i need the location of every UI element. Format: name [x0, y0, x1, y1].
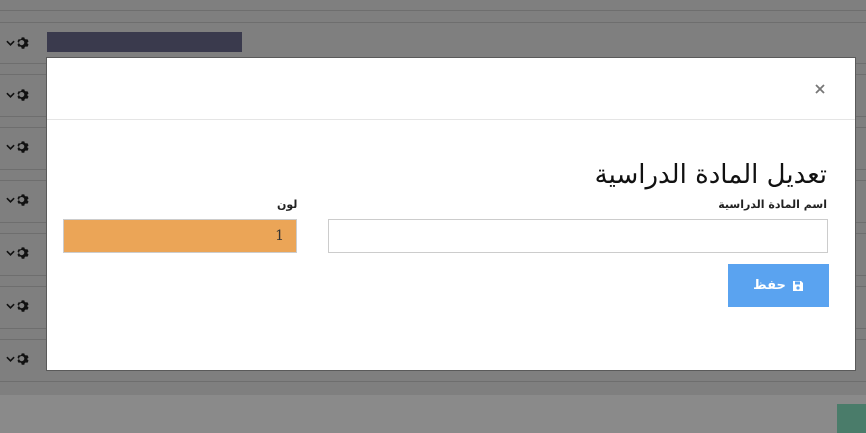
- chevron-down-icon: [6, 356, 15, 362]
- gear-icon: [17, 37, 29, 49]
- gear-icon: [17, 247, 29, 259]
- subject-name-label: اسم المادة الدراسية: [718, 198, 827, 211]
- gear-icon: [17, 353, 29, 365]
- subject-name-input[interactable]: [328, 219, 828, 253]
- row-actions-menu[interactable]: [6, 299, 34, 313]
- chevron-down-icon: [6, 250, 15, 256]
- chevron-down-icon: [6, 40, 15, 46]
- gear-icon: [17, 89, 29, 101]
- close-icon: [815, 84, 825, 94]
- chevron-down-icon: [6, 197, 15, 203]
- page-footer: [0, 395, 866, 433]
- row-actions-menu[interactable]: [6, 352, 34, 366]
- modal-header: [47, 58, 855, 120]
- table-row-divider: [0, 10, 866, 11]
- chevron-down-icon: [6, 92, 15, 98]
- table-row-divider: [0, 22, 866, 23]
- chevron-down-icon: [6, 144, 15, 150]
- modal-title: تعديل المادة الدراسية: [594, 159, 827, 190]
- save-button-label: حفظ: [753, 278, 786, 293]
- row-actions-menu[interactable]: [6, 88, 34, 102]
- close-button[interactable]: [811, 80, 829, 98]
- row-actions-menu[interactable]: [6, 246, 34, 260]
- edit-subject-modal: تعديل المادة الدراسية اسم المادة الدراسي…: [46, 57, 856, 371]
- row-actions-menu[interactable]: [6, 140, 34, 154]
- chevron-down-icon: [6, 303, 15, 309]
- gear-icon: [17, 141, 29, 153]
- color-input[interactable]: [63, 219, 297, 253]
- table-row-divider: [0, 381, 866, 382]
- save-button[interactable]: حفظ: [728, 264, 829, 307]
- gear-icon: [17, 300, 29, 312]
- floppy-disk-icon: [792, 280, 804, 292]
- gear-icon: [17, 194, 29, 206]
- footer-action-button[interactable]: [837, 404, 866, 433]
- color-label: لون: [277, 198, 298, 211]
- table-header-cell: [47, 32, 242, 52]
- row-actions-menu[interactable]: [6, 193, 34, 207]
- row-actions-menu[interactable]: [6, 36, 34, 50]
